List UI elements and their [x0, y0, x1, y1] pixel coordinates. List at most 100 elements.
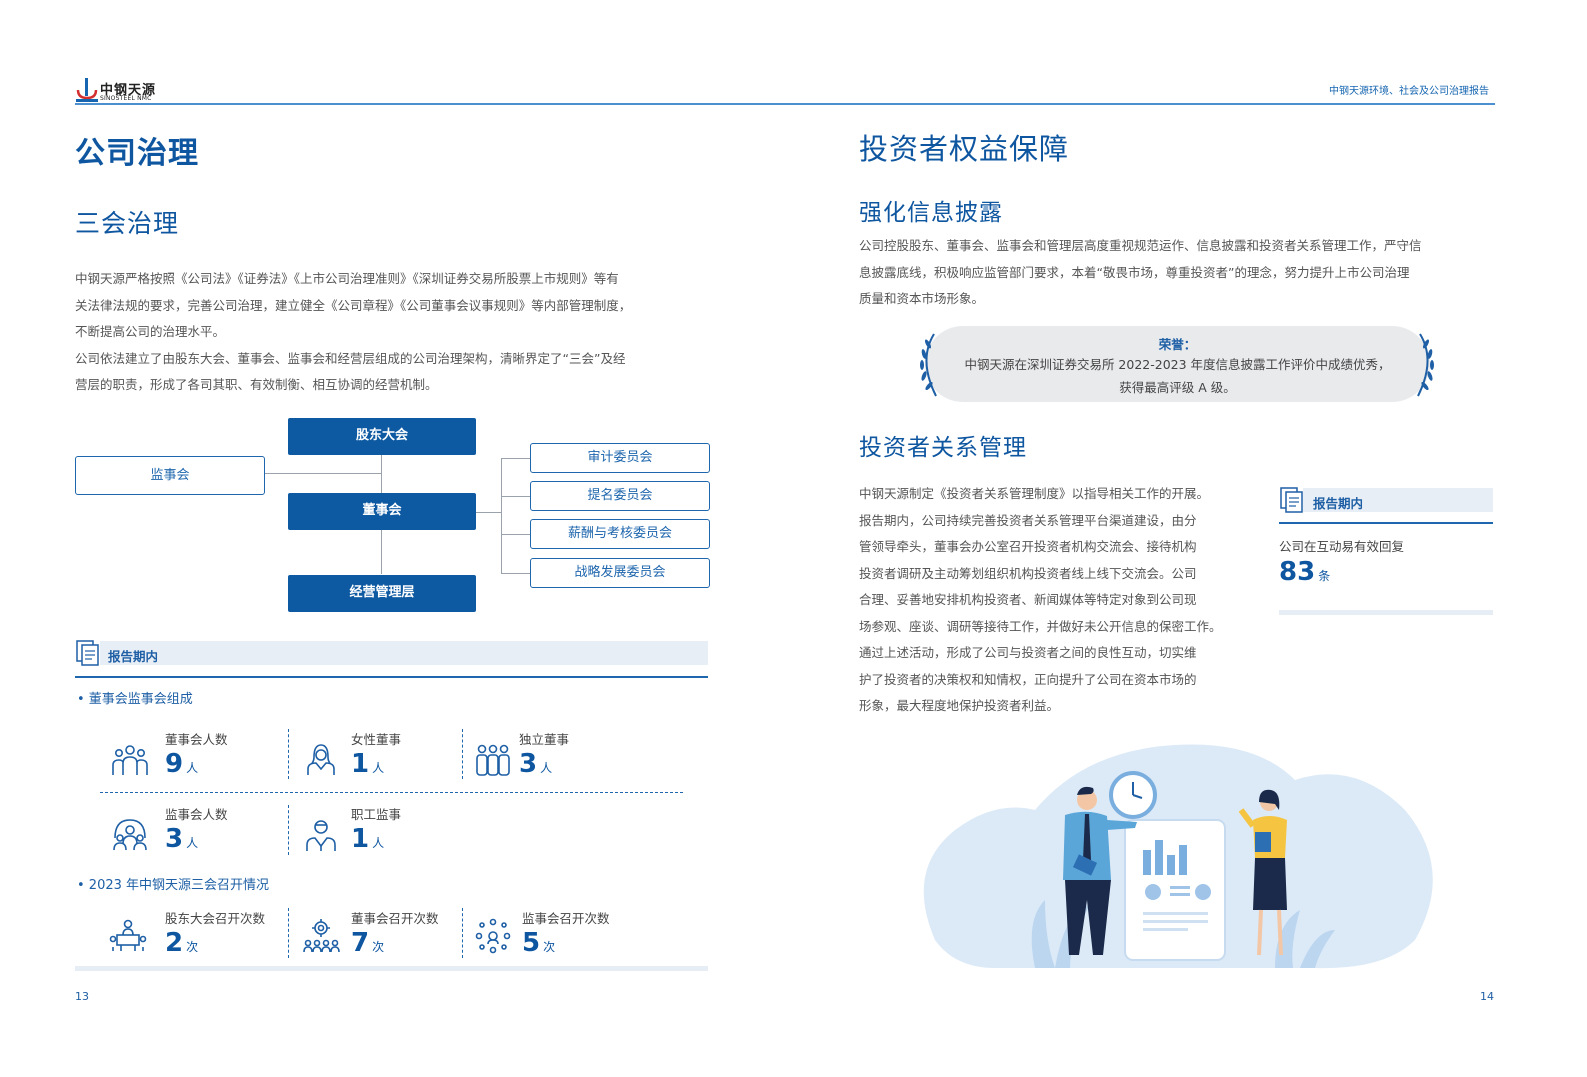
stat-divider — [462, 908, 463, 958]
stats-row-divider — [100, 792, 683, 793]
stat-label-female-directors: 女性董事 — [351, 732, 402, 747]
meetings-title: • 2023 年中钢天源三会召开情况 — [77, 878, 270, 893]
paragraph-line: 中钢天源制定《投资者关系管理制度》以指导相关工作的开展。 — [859, 486, 1210, 501]
investor-relations-paragraph: 中钢天源制定《投资者关系管理制度》以指导相关工作的开展。 报告期内，公司持续完善… — [859, 481, 1249, 720]
meeting-table-icon — [109, 919, 147, 951]
stat-value: 9 — [165, 749, 184, 779]
page-title-investor-rights: 投资者权益保障 — [859, 132, 1070, 166]
stat-label-supervisor-meetings: 监事会召开次数 — [522, 911, 610, 926]
stat-label-independent-directors: 独立董事 — [519, 732, 570, 747]
stat-label-supervisor-size: 监事会人数 — [165, 807, 228, 822]
disclosure-paragraph: 公司控股股东、董事会、监事会和管理层高度重视规范运作、信息披露和投资者关系管理工… — [859, 233, 1499, 313]
paragraph-line: 报告期内，公司持续完善投资者关系管理平台渠道建设，由分 — [859, 512, 1197, 528]
worker-person-icon — [306, 820, 336, 851]
org-strategy-committee-box: 战略发展委员会 — [530, 558, 710, 588]
paragraph-line: 护了投资者的决策权和知情权，正向提升了公司在资本市场的 — [859, 671, 1197, 687]
paragraph-line: 公司依法建立了由股东大会、董事会、监事会和经营层组成的公司治理架构，清晰界定了“… — [75, 350, 626, 366]
stat-unit: 次 — [186, 940, 199, 954]
org-nomination-committee-box: 提名委员会 — [530, 481, 710, 511]
stat-divider — [288, 805, 289, 855]
stat-replies: 83 条 — [1279, 557, 1330, 587]
stat-label-board-size: 董事会人数 — [165, 732, 228, 747]
stat-divider — [462, 729, 463, 779]
stat-label-shareholder-meetings: 股东大会召开次数 — [165, 911, 266, 926]
header-divider — [75, 103, 1495, 105]
honor-line: 获得最高评级 A 级。 — [1119, 380, 1236, 395]
paragraph-line: 营层的职责，形成了各司其职、有效制衡、相互协调的经营机制。 — [75, 377, 438, 392]
paragraph-line: 质量和资本市场形象。 — [859, 291, 985, 306]
stat-value: 3 — [519, 749, 538, 779]
stat-board-meetings: 7次 — [351, 928, 384, 958]
stat-board-size: 9人 — [165, 749, 198, 779]
stat-female-directors: 1人 — [351, 749, 384, 779]
paragraph-line: 场参观、座谈、调研等接待工作，并做好未公开信息的保密工作。 — [859, 618, 1222, 634]
stat-value: 2 — [165, 928, 184, 958]
group-people-icon — [112, 745, 148, 775]
stat-shareholder-meetings: 2次 — [165, 928, 198, 958]
section-title-three-boards: 三会治理 — [75, 209, 180, 238]
laurel-left-icon — [920, 333, 937, 397]
investor-meeting-illustration — [923, 744, 1433, 969]
org-connector — [501, 496, 530, 497]
org-board-box: 董事会 — [288, 493, 476, 530]
org-connector — [501, 573, 530, 574]
team-circle-icon — [113, 819, 147, 851]
laurel-right-icon — [1417, 333, 1434, 397]
paragraph-line: 通过上述活动，形成了公司与投资者之间的良性互动，切实维 — [859, 645, 1197, 660]
org-connector — [501, 458, 530, 459]
org-audit-committee-box: 审计委员会 — [530, 443, 710, 473]
stat-unit: 次 — [543, 940, 556, 954]
logo-text-en: SINOSTEEL NMC — [100, 95, 152, 102]
stat-unit: 人 — [186, 836, 199, 850]
stat-value: 5 — [522, 928, 541, 958]
org-connector — [501, 534, 530, 535]
report-document-icon — [1280, 487, 1303, 513]
stat-unit: 人 — [540, 761, 553, 775]
stat-value: 3 — [165, 824, 184, 854]
stat-supervisor-size: 3人 — [165, 824, 198, 854]
paragraph-line: 关法律法规的要求，完善公司治理，建立健全《公司章程》《公司董事会议事规则》等内部… — [75, 297, 632, 313]
org-connector — [381, 455, 382, 493]
paragraph-line: 中钢天源严格按照《公司法》《证券法》《上市公司治理准则》《深圳证券交易所股票上市… — [75, 271, 619, 286]
stat-employee-supervisors: 1人 — [351, 824, 384, 854]
info-underline-left — [75, 676, 708, 678]
page-title-governance: 公司治理 — [75, 136, 199, 171]
stat-label-board-meetings: 董事会召开次数 — [351, 911, 439, 926]
stat-value: 1 — [351, 824, 370, 854]
org-connector — [381, 530, 382, 574]
composition-title: • 董事会监事会组成 — [77, 692, 193, 707]
honor-box: 荣誉： 中钢天源在深圳证券交易所 2022-2023 年度信息披露工作评价中成绩… — [925, 326, 1430, 402]
org-supervisors-box: 监事会 — [75, 456, 265, 495]
org-compensation-committee-box: 薪酬与考核委员会 — [530, 519, 710, 549]
page-number-right: 14 — [1480, 990, 1494, 1003]
stat-divider — [288, 729, 289, 779]
stat-supervisor-meetings: 5次 — [522, 928, 555, 958]
paragraph-line: 合理、妥善地安排机构投资者、新闻媒体等特定对象到公司现 — [859, 592, 1197, 607]
stat-label-employee-supervisors: 职工监事 — [351, 807, 402, 822]
board-gear-icon — [303, 919, 340, 953]
section-end-strip — [75, 966, 708, 971]
reply-label: 公司在互动易有效回复 — [1279, 539, 1405, 554]
org-management-box: 经营管理层 — [288, 575, 476, 612]
stat-unit: 条 — [1318, 569, 1331, 583]
stat-value: 7 — [351, 928, 370, 958]
org-connector — [264, 473, 381, 474]
supervisor-network-icon — [475, 918, 511, 954]
stat-value: 1 — [351, 749, 370, 779]
report-title: 中钢天源环境、社会及公司治理报告 — [1329, 86, 1489, 97]
info-underline-right — [1279, 522, 1493, 524]
honor-title: 荣誉： — [1158, 337, 1197, 352]
female-person-icon — [307, 744, 335, 775]
paragraph-line: 公司控股股东、董事会、监事会和管理层高度重视规范运作、信息披露和投资者关系管理工… — [859, 238, 1422, 253]
org-connector — [476, 512, 501, 513]
honor-line: 中钢天源在深圳证券交易所 2022-2023 年度信息披露工作评价中成绩优秀， — [964, 357, 1391, 372]
three-people-icon — [476, 744, 510, 776]
sinosteel-logo-icon — [76, 78, 98, 102]
paragraph-line: 息披露底线，积极响应监管部门要求，本着“敬畏市场，尊重投资者”的理念，努力提升上… — [859, 264, 1410, 280]
info-title-left: 报告期内 — [108, 649, 159, 664]
paragraph-line: 投资者调研及主动筹划组织机构投资者线上线下交流会。公司 — [859, 565, 1197, 581]
stat-independent-directors: 3人 — [519, 749, 552, 779]
report-document-icon — [76, 640, 99, 666]
section-end-strip — [1279, 610, 1493, 615]
section-title-investor-relations: 投资者关系管理 — [859, 435, 1027, 461]
